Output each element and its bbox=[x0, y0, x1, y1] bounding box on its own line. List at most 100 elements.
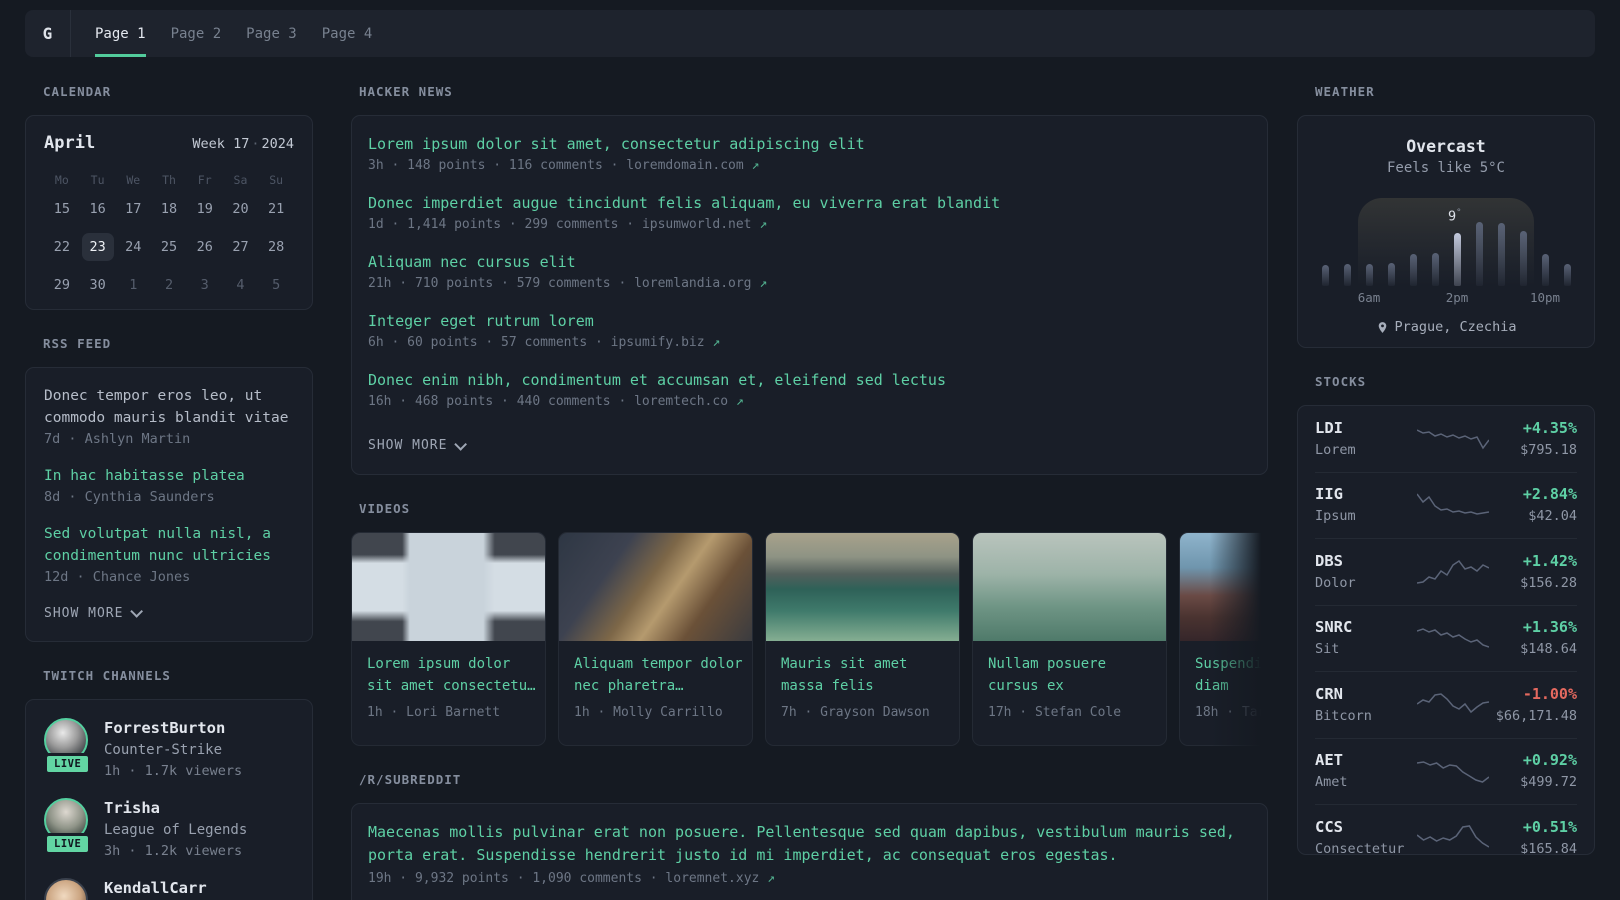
hackernews-item-domain[interactable]: ipsumify.biz bbox=[611, 335, 713, 350]
stock-row[interactable]: CCS Consectetur +0.51% $165.84 bbox=[1315, 805, 1577, 855]
calendar-week-row: 29 30 1 2 3 4 5 bbox=[44, 270, 294, 301]
video-thumbnail[interactable] bbox=[766, 533, 959, 641]
calendar-date[interactable]: 2 bbox=[151, 270, 187, 301]
twitch-channel-name[interactable]: Trisha bbox=[104, 797, 247, 819]
calendar-week-row: 15 16 17 18 19 20 21 bbox=[44, 194, 294, 225]
weather-location[interactable]: Prague, Czechia bbox=[1315, 317, 1577, 337]
video-title[interactable]: Suspendisse diam bbox=[1195, 653, 1268, 697]
hackernews-show-more-button[interactable]: SHOW MORE bbox=[368, 435, 1251, 457]
video-card[interactable]: Lorem ipsum dolor sit amet consectetu… 1h … bbox=[351, 532, 546, 746]
avatar bbox=[44, 878, 88, 900]
calendar-date[interactable]: 28 bbox=[258, 232, 294, 263]
calendar-date[interactable]: 20 bbox=[223, 194, 259, 225]
hackernews-item-domain[interactable]: loremtech.co bbox=[634, 394, 736, 409]
twitch-channel-name[interactable]: ForrestBurton bbox=[104, 717, 242, 739]
stock-row[interactable]: LDI Lorem +4.35% $795.18 bbox=[1315, 406, 1577, 473]
calendar-date[interactable]: 22 bbox=[44, 232, 80, 263]
video-meta: 17h · Stefan Cole bbox=[988, 705, 1122, 720]
app-logo[interactable]: G bbox=[25, 10, 71, 57]
video-thumbnail[interactable] bbox=[1180, 533, 1268, 641]
stock-row[interactable]: IIG Ipsum +2.84% $42.04 bbox=[1315, 473, 1577, 539]
video-card[interactable]: Aliquam tempor dolor nec pharetra… 1h · Mo… bbox=[558, 532, 753, 746]
twitch-channel-row[interactable]: LIVE ForrestBurton Counter-Strike 1h · 1.7k… bbox=[44, 717, 294, 783]
video-meta: 18h · Tara bbox=[1195, 705, 1268, 720]
stock-row[interactable]: CRN Bitcorn -1.00% $66,171.48 bbox=[1315, 672, 1577, 739]
twitch-avatar-wrap: LIVE bbox=[44, 797, 92, 863]
stock-sparkline bbox=[1416, 422, 1490, 456]
calendar-date[interactable]: 4 bbox=[223, 270, 259, 301]
tab-page-1[interactable]: Page 1 bbox=[95, 10, 146, 57]
calendar-date-selected[interactable]: 23 bbox=[80, 232, 116, 263]
calendar-week-row: 22 23 24 25 26 27 28 bbox=[44, 232, 294, 263]
stock-price: $499.72 bbox=[1520, 774, 1577, 791]
calendar-date[interactable]: 5 bbox=[258, 270, 294, 301]
calendar-date[interactable]: 21 bbox=[258, 194, 294, 225]
stock-change: +1.42% bbox=[1522, 551, 1577, 570]
hackernews-item-title[interactable]: Lorem ipsum dolor sit amet, consectetur … bbox=[368, 133, 1251, 155]
stock-ticker: AET bbox=[1315, 751, 1343, 770]
stock-name: Ipsum bbox=[1315, 508, 1356, 525]
calendar-date[interactable]: 25 bbox=[151, 232, 187, 263]
calendar-date[interactable]: 17 bbox=[115, 194, 151, 225]
video-meta: 1h · Lori Barnett bbox=[367, 705, 501, 720]
calendar-date[interactable]: 1 bbox=[115, 270, 151, 301]
weather-time-ticks: 6am 2pm 10pm bbox=[1315, 290, 1577, 308]
calendar-date[interactable]: 26 bbox=[187, 232, 223, 263]
video-title[interactable]: Aliquam tempor dolor nec pharetra… bbox=[574, 653, 743, 697]
tab-page-2[interactable]: Page 2 bbox=[171, 10, 222, 57]
external-link-icon: ↗ bbox=[712, 335, 721, 350]
tab-page-4[interactable]: Page 4 bbox=[322, 10, 373, 57]
hackernews-item-title[interactable]: Donec imperdiet augue tincidunt felis al… bbox=[368, 192, 1251, 214]
rss-show-more-button[interactable]: SHOW MORE bbox=[44, 603, 294, 624]
hackernews-item-title[interactable]: Donec enim nibh, condimentum et accumsan… bbox=[368, 369, 1251, 391]
video-thumbnail[interactable] bbox=[559, 533, 752, 641]
calendar-date[interactable]: 3 bbox=[187, 270, 223, 301]
twitch-channel-row[interactable]: LIVE Trisha League of Legends 3h · 1.2k vie… bbox=[44, 797, 294, 863]
calendar-date[interactable]: 29 bbox=[44, 270, 80, 301]
stock-price: $165.84 bbox=[1520, 840, 1577, 855]
calendar-date[interactable]: 19 bbox=[187, 194, 223, 225]
hackernews-item-title[interactable]: Aliquam nec cursus elit bbox=[368, 251, 1251, 273]
stock-row[interactable]: DBS Dolor +1.42% $156.28 bbox=[1315, 539, 1577, 606]
rss-widget-title: RSS FEED bbox=[43, 336, 112, 351]
videos-carousel[interactable]: Lorem ipsum dolor sit amet consectetu… 1h … bbox=[351, 532, 1268, 746]
twitch-channel-row[interactable]: KendallCarr bbox=[44, 877, 294, 900]
stock-name: Consectetur bbox=[1315, 840, 1405, 855]
calendar-date[interactable]: 27 bbox=[223, 232, 259, 263]
video-title[interactable]: Mauris sit amet massa felis bbox=[781, 653, 944, 697]
video-title-line: Aliquam tempor dolor bbox=[574, 656, 743, 672]
hackernews-item-domain[interactable]: ipsumworld.net bbox=[642, 217, 759, 232]
calendar-date[interactable]: 18 bbox=[151, 194, 187, 225]
stock-identity: LDI Lorem bbox=[1315, 417, 1417, 461]
rss-item-title[interactable]: In hac habitasse platea bbox=[44, 465, 294, 487]
video-title-line: massa felis bbox=[781, 678, 874, 694]
weather-hourly-chart: 9° bbox=[1315, 197, 1577, 286]
rss-item-title[interactable]: Sed volutpat nulla nisl, a condimentum nu… bbox=[44, 523, 294, 567]
tab-page-3[interactable]: Page 3 bbox=[246, 10, 297, 57]
calendar-date[interactable]: 16 bbox=[80, 194, 116, 225]
hackernews-item-domain[interactable]: loremlandia.org bbox=[634, 276, 759, 291]
video-title[interactable]: Lorem ipsum dolor sit amet consectetu… bbox=[367, 653, 536, 697]
video-thumbnail[interactable] bbox=[973, 533, 1166, 641]
video-card[interactable]: Nullam posuere cursus ex 17h · Stefan Cole bbox=[972, 532, 1167, 746]
video-card[interactable]: Mauris sit amet massa felis 7h · Grayson D… bbox=[765, 532, 960, 746]
video-title[interactable]: Nullam posuere cursus ex bbox=[988, 653, 1151, 697]
twitch-avatar-wrap bbox=[44, 877, 92, 900]
calendar-date[interactable]: 15 bbox=[44, 194, 80, 225]
subreddit-post-title[interactable]: Maecenas mollis pulvinar erat non posuer… bbox=[368, 821, 1251, 867]
hackernews-item-domain[interactable]: loremdomain.com bbox=[626, 158, 751, 173]
twitch-channel-name[interactable]: KendallCarr bbox=[104, 877, 207, 899]
calendar-day-header: Mo bbox=[54, 173, 69, 187]
hackernews-item-title[interactable]: Integer eget rutrum lorem bbox=[368, 310, 1251, 332]
calendar-date[interactable]: 30 bbox=[80, 270, 116, 301]
stocks-widget: LDI Lorem +4.35% $795.18 IIG Ipsum +2.84% $42.0… bbox=[1297, 405, 1595, 855]
video-card[interactable]: Suspendisse diam 18h · Tara bbox=[1179, 532, 1268, 746]
stock-identity: SNRC Sit bbox=[1315, 616, 1417, 660]
rss-item-title[interactable]: Donec tempor eros leo, ut commodo mauris … bbox=[44, 385, 294, 429]
calendar-date[interactable]: 24 bbox=[115, 232, 151, 263]
video-thumbnail[interactable] bbox=[352, 533, 545, 641]
weather-time-tick: 10pm bbox=[1529, 290, 1561, 305]
stock-price: $148.64 bbox=[1520, 641, 1577, 658]
stock-row[interactable]: SNRC Sit +1.36% $148.64 bbox=[1315, 606, 1577, 672]
stock-row[interactable]: AET Amet +0.92% $499.72 bbox=[1315, 739, 1577, 805]
